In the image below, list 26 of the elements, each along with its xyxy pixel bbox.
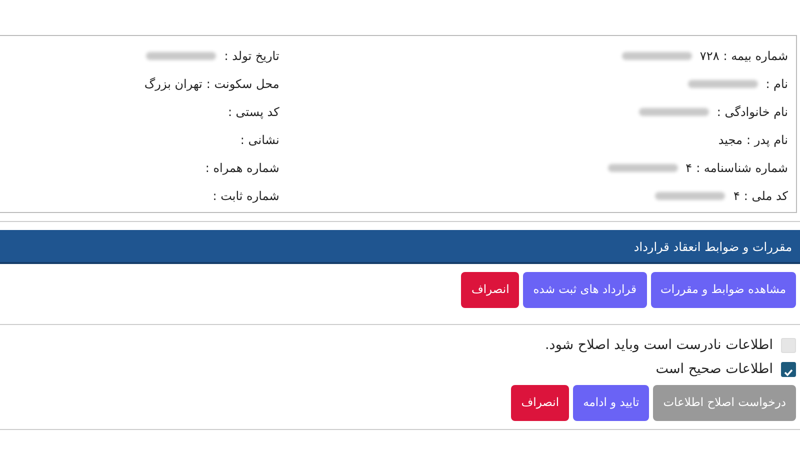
field-label: نام : [766,76,788,93]
field-label: نشانی : [240,132,280,149]
field-value: مجید [718,132,742,149]
action-button[interactable]: تایید و ادامه [573,385,650,421]
section-header: مقررات و ضوابط انعقاد قرارداد [0,230,800,264]
field-label: شماره ثابت : [212,188,280,205]
field-value: ۴ [686,160,692,177]
cancel-button[interactable]: انصراف [511,385,570,421]
field-label: محل سکونت : [206,76,280,93]
field-value: تهران بزرگ [144,76,202,93]
checkbox-label: اطلاعات نادرست است وباید اصلاح شود. [545,336,773,355]
field-label: تاریخ تولد : [224,48,280,65]
field-value: ۴ [733,188,740,205]
field-label: کد پستی : [228,104,280,121]
field-label: شماره همراه : [205,160,280,177]
checkbox[interactable] [781,362,796,376]
action-button[interactable]: قرارداد های ثبت شده [523,272,647,308]
checkbox-label: اطلاعات صحیح است [656,360,773,379]
field-label: نام پدر : [746,132,788,149]
field-label: شماره شناسنامه : [696,160,788,177]
field-label: نام خانوادگی : [716,104,788,121]
field-label: کد ملی : [744,188,788,205]
field-label: شماره بیمه : [723,48,788,65]
action-button[interactable]: مشاهده ضوابط و مقررات [650,272,796,308]
cancel-button[interactable]: انصراف [461,272,520,308]
field-value: ۷۲۸ [700,48,720,65]
